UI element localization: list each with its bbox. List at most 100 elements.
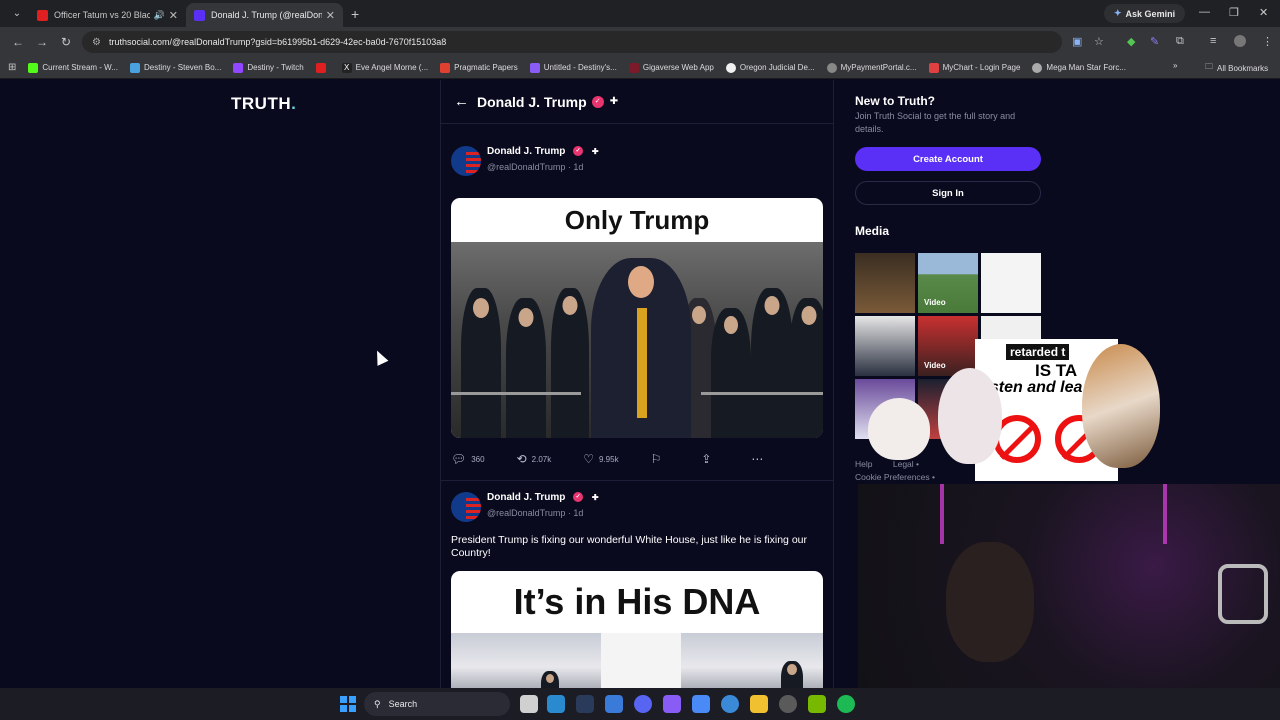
bookmark-item[interactable]: Mega Man Star Forc... (1032, 62, 1126, 73)
translate-icon[interactable]: ▣ (1072, 35, 1082, 48)
site-info-icon[interactable]: ⚙ (92, 37, 101, 48)
bookmark-item[interactable]: Current Stream - W... (28, 62, 118, 73)
truth-logo[interactable]: TRUTH. (231, 94, 296, 114)
bookmark-star-icon[interactable]: ☆ (1094, 35, 1104, 48)
sign-in-button[interactable]: Sign In (855, 181, 1041, 205)
more-options-button[interactable]: ⋯ (751, 452, 763, 466)
video-label: Video (924, 298, 946, 307)
verified-badge-icon: ✓ (591, 95, 604, 108)
task-view-icon[interactable] (520, 695, 538, 713)
bookmark-label: MyPaymentPortal.c... (840, 63, 917, 72)
app-icon[interactable] (547, 695, 565, 713)
create-account-button[interactable]: Create Account (855, 147, 1041, 171)
close-tab-icon[interactable]: ✕ (169, 9, 178, 22)
minimize-icon[interactable]: — (1199, 6, 1210, 18)
post-image[interactable]: It’s in His DNA (451, 571, 823, 688)
tab-officer-tatum[interactable]: Officer Tatum vs 20 Black Li 🔊 ✕ (29, 3, 186, 27)
video-label: Video (924, 361, 946, 370)
media-thumbnail[interactable]: Video (918, 253, 978, 313)
bookmark-item[interactable]: Destiny - Steven Bo... (129, 62, 221, 73)
bookmark-item[interactable]: Destiny - Twitch (233, 62, 304, 73)
post-author[interactable]: Donald J. Trump ✓ ✚ (487, 492, 599, 503)
plus-icon: ✚ (609, 96, 619, 107)
bookmark-item[interactable] (315, 62, 330, 73)
post-image[interactable]: Only Trump (451, 198, 823, 438)
tab-title: Officer Tatum vs 20 Black Li (54, 10, 150, 20)
verified-badge-icon: ✓ (573, 492, 584, 503)
extension-icon[interactable]: ◆ (1127, 35, 1135, 48)
bookmark-item[interactable]: Gigaverse Web App (628, 62, 714, 73)
folder-icon: 🗀 (1205, 62, 1213, 71)
media-thumbnail[interactable]: Video (918, 316, 978, 376)
tab-title: Donald J. Trump (@realDonaldT (211, 10, 322, 20)
edge-icon[interactable] (721, 695, 739, 713)
extension-icon[interactable]: ✎ (1150, 35, 1159, 48)
speaker-icon[interactable]: 🔊 (154, 10, 165, 21)
author-name: Donald J. Trump (487, 492, 566, 503)
app-icon[interactable] (605, 695, 623, 713)
ellipsis-icon: ⋯ (751, 452, 764, 466)
bookmark-item[interactable]: MyPaymentPortal.c... (826, 62, 917, 73)
restore-icon[interactable]: ❐ (1229, 6, 1239, 19)
spotify-icon[interactable] (837, 695, 855, 713)
back-arrow-icon[interactable]: ← (454, 93, 469, 110)
cookie-preferences-link[interactable]: Cookie Preferences • (855, 472, 935, 482)
globe-favicon-icon (1032, 62, 1043, 73)
tab-search-chevron-icon[interactable]: ⌄ (5, 4, 29, 24)
media-thumbnail[interactable] (981, 253, 1041, 313)
media-thumbnail[interactable] (855, 316, 915, 376)
help-link[interactable]: Help (855, 459, 872, 469)
destiny-favicon-icon (129, 62, 140, 73)
tab-donald-trump[interactable]: Donald J. Trump (@realDonaldT ✕ (186, 3, 343, 27)
post[interactable]: Donald J. Trump ✓ ✚ @realDonaldTrump · 1… (451, 146, 825, 446)
obsidian-icon[interactable] (663, 695, 681, 713)
close-window-icon[interactable]: ✕ (1259, 6, 1268, 19)
taskbar-search[interactable]: ⚲ Search (364, 692, 510, 716)
cat-sticker (1082, 344, 1160, 468)
profile-avatar[interactable] (1234, 35, 1246, 47)
discord-icon[interactable] (634, 695, 652, 713)
legal-link[interactable]: Legal • (893, 459, 919, 469)
bookmark-item[interactable]: Oregon Judicial De... (725, 62, 815, 73)
plus-icon: ✚ (591, 492, 599, 502)
like-button[interactable]: ♡ 9.95k (583, 452, 618, 466)
post-author[interactable]: Donald J. Trump ✓ ✚ (487, 146, 599, 157)
bookmark-item[interactable]: MyChart - Login Page (928, 62, 1020, 73)
extensions-puzzle-icon[interactable]: ⧉ (1176, 35, 1184, 48)
file-explorer-icon[interactable] (750, 695, 768, 713)
media-thumbnail[interactable] (855, 253, 915, 313)
windows-start-icon[interactable] (340, 696, 356, 712)
ask-gemini-button[interactable]: ✦ Ask Gemini (1104, 4, 1186, 23)
avatar[interactable] (451, 492, 481, 522)
forward-arrow-icon[interactable]: → (30, 35, 54, 49)
bookmark-item[interactable]: Untitled - Destiny's... (529, 62, 617, 73)
address-bar[interactable]: ⚙ truthsocial.com/@realDonaldTrump?gsid=… (82, 31, 1062, 53)
retruth-button[interactable]: ⟲ 2.07k (517, 452, 552, 466)
avatar[interactable] (451, 146, 481, 176)
apps-grid-icon[interactable]: ⊞ (8, 62, 16, 73)
more-bookmarks-chevron-icon[interactable]: » (1173, 61, 1177, 70)
all-bookmarks-button[interactable]: 🗀 All Bookmarks (1205, 61, 1268, 75)
new-tab-plus-icon[interactable]: + (351, 6, 359, 22)
cat-sticker (868, 398, 930, 460)
logo-dot: . (291, 94, 297, 113)
steam-icon[interactable] (576, 695, 594, 713)
reply-button[interactable]: 💬︎ 360 (451, 452, 485, 466)
media-controls-icon[interactable]: ≡ (1210, 35, 1216, 47)
bookmark-item[interactable]: X Eve Angel Morne (... (341, 62, 428, 73)
bookmarks-bar: ⊞ Current Stream - W... Destiny - Steven… (0, 57, 1280, 79)
reload-icon[interactable]: ↻ (54, 35, 78, 49)
bookmark-button[interactable]: ⚐ (651, 452, 662, 466)
share-button[interactable]: ⇪ (701, 452, 711, 466)
app-icon[interactable] (692, 695, 710, 713)
back-arrow-icon[interactable]: ← (6, 35, 30, 49)
close-tab-icon[interactable]: ✕ (326, 9, 335, 22)
nvidia-icon[interactable] (808, 695, 826, 713)
youtube-favicon-icon (37, 9, 48, 21)
kebab-menu-icon[interactable]: ⋮ (1262, 35, 1273, 48)
post[interactable]: Donald J. Trump ✓ ✚ @realDonaldTrump · 1… (451, 492, 825, 688)
chrome-icon[interactable] (779, 695, 797, 713)
bookmark-item[interactable]: Pragmatic Papers (440, 62, 518, 73)
author-name: Donald J. Trump (487, 146, 566, 157)
image-caption: It’s in His DNA (513, 581, 761, 622)
